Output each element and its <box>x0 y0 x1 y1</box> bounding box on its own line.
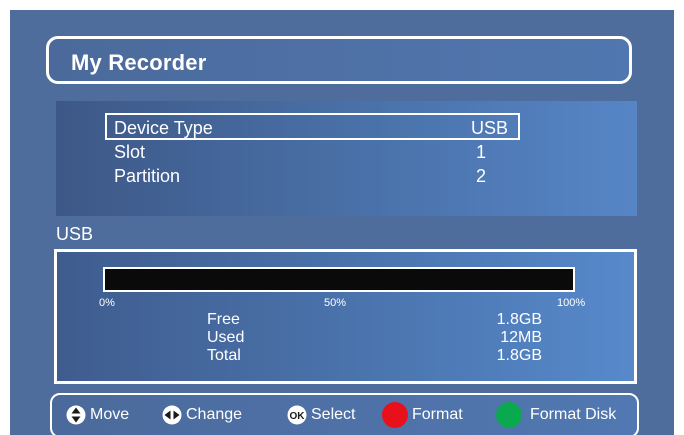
used-value: 12MB <box>500 329 542 346</box>
move-label: Move <box>90 406 130 423</box>
red-button-icon <box>382 402 408 428</box>
slot-label: Slot <box>114 142 146 162</box>
help-format: Format <box>382 395 463 435</box>
tick-50-percent: 50% <box>324 297 347 309</box>
page-title: My Recorder <box>71 50 207 75</box>
green-button-icon <box>496 402 522 428</box>
partition-value: 2 <box>476 166 487 186</box>
total-row: Total 1.8GB <box>207 347 547 365</box>
recorder-screen: My Recorder Device Type USB Slot 1 Parti… <box>10 10 674 435</box>
partition-row[interactable]: Partition 2 <box>114 166 574 186</box>
device-info-panel: Device Type USB Slot 1 Partition 2 <box>56 101 637 216</box>
svg-text:OK: OK <box>290 411 306 422</box>
tick-100-percent: 100% <box>557 297 586 309</box>
total-value: 1.8GB <box>496 347 542 364</box>
device-type-row[interactable]: Device Type USB <box>114 118 574 138</box>
device-type-value: USB <box>471 118 509 138</box>
free-value: 1.8GB <box>496 311 542 328</box>
format-label: Format <box>412 406 463 423</box>
used-label: Used <box>207 329 245 346</box>
free-row: Free 1.8GB <box>207 311 547 329</box>
help-select: OK Select <box>287 395 355 435</box>
free-label: Free <box>207 311 240 328</box>
usb-usage-panel: 0% 50% 100% Free 1.8GB Used 12MB Total 1… <box>54 249 637 384</box>
help-move: Move <box>66 395 129 435</box>
partition-label: Partition <box>114 166 181 186</box>
title-bar: My Recorder <box>46 36 632 84</box>
change-label: Change <box>186 406 243 423</box>
ok-button-icon: OK <box>287 405 307 425</box>
usb-section-label: USB <box>56 224 94 244</box>
help-format-disk: Format Disk <box>496 395 616 435</box>
tick-0-percent: 0% <box>99 297 115 309</box>
total-label: Total <box>207 347 241 364</box>
device-type-label: Device Type <box>114 118 213 138</box>
used-row: Used 12MB <box>207 329 547 347</box>
help-change: Change <box>162 395 242 435</box>
help-bar: Move Change OK Select Format Format Disk <box>50 393 639 435</box>
select-label: Select <box>311 406 356 423</box>
left-right-arrows-icon <box>162 405 182 425</box>
up-down-arrows-icon <box>66 405 86 425</box>
format-disk-label: Format Disk <box>530 406 617 423</box>
slot-row[interactable]: Slot 1 <box>114 142 574 162</box>
usage-bar <box>103 267 575 292</box>
slot-value: 1 <box>476 142 487 162</box>
